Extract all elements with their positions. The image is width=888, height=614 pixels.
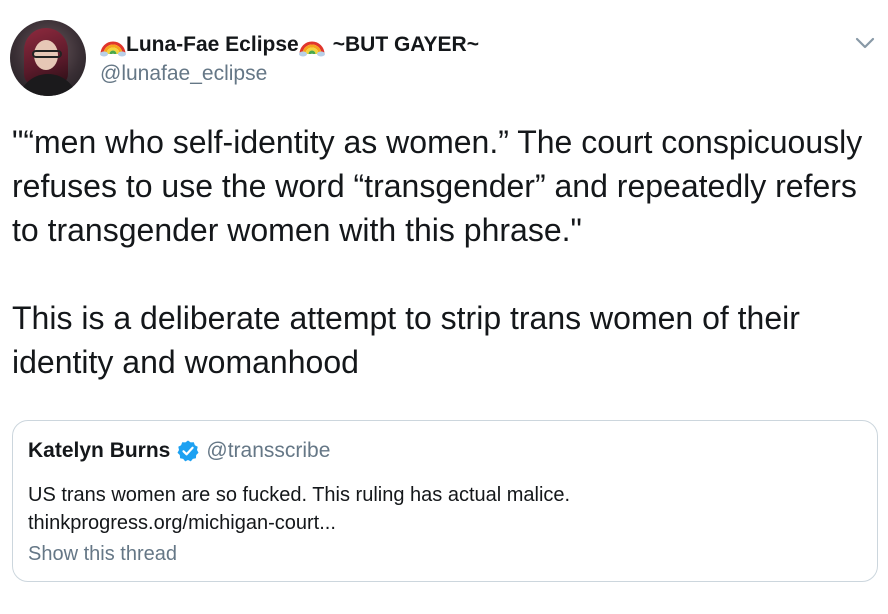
tweet-text-paragraph: This is a deliberate attempt to strip tr…	[12, 300, 800, 380]
chevron-down-icon[interactable]	[855, 36, 875, 50]
author-name-suffix: ~BUT GAYER~	[332, 33, 479, 56]
verified-badge-icon	[176, 439, 200, 463]
tweet-text-paragraph: "“men who self-identity as women.” The c…	[12, 124, 863, 248]
tweet-card: Luna-Fae Eclipse ~BUT GAYER~ @lunafae_ec…	[0, 0, 888, 614]
quoted-tweet-body: US trans women are so fucked. This rulin…	[28, 484, 571, 506]
rainbow-icon	[100, 32, 126, 58]
quoted-tweet-link[interactable]: thinkprogress.org/michigan-court...	[28, 509, 868, 537]
author-handle[interactable]: @lunafae_eclipse	[100, 62, 267, 86]
avatar-glasses	[32, 50, 62, 58]
quoted-author-handle: @transscribe	[206, 439, 331, 462]
avatar[interactable]	[10, 20, 86, 96]
author-display-name[interactable]: Luna-Fae Eclipse ~BUT GAYER~	[100, 30, 479, 60]
quoted-author-name: Katelyn Burns	[28, 439, 171, 462]
tweet-text: "“men who self-identity as women.” The c…	[12, 120, 882, 384]
show-thread-link[interactable]: Show this thread	[28, 543, 177, 566]
quoted-tweet[interactable]: Katelyn Burns @transscribe US trans wome…	[12, 420, 878, 582]
quoted-tweet-header: Katelyn Burns @transscribe	[28, 439, 330, 463]
author-name-text: Luna-Fae Eclipse	[126, 33, 299, 56]
rainbow-icon	[298, 32, 325, 58]
quoted-tweet-text: US trans women are so fucked. This rulin…	[28, 481, 868, 537]
